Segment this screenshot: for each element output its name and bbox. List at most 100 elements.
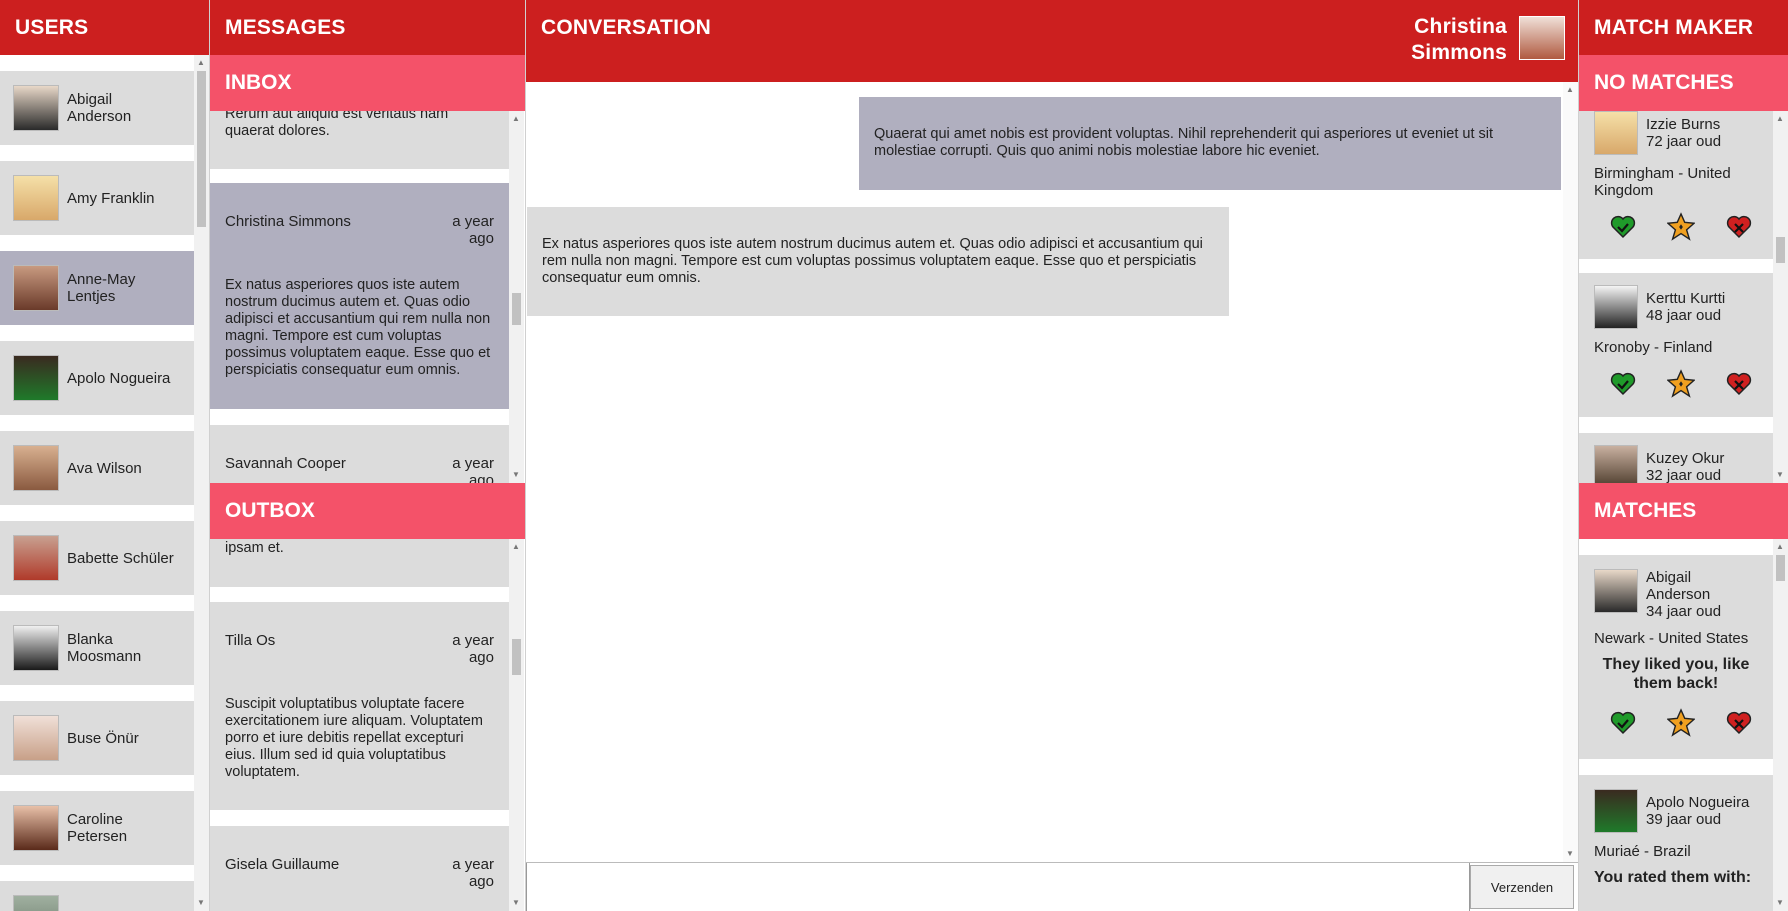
favorite-star-icon[interactable]	[1667, 708, 1695, 737]
outbox-message-fragment[interactable]: ipsam et.	[210, 539, 509, 587]
user-name: Buse Önür	[67, 729, 139, 747]
match-age: 72 jaar oud	[1646, 133, 1722, 150]
message-time: a year ago	[452, 455, 494, 483]
dislike-heart-icon[interactable]	[1725, 213, 1753, 241]
users-column: USERS Abigail Anderson Amy Franklin Anne…	[0, 0, 210, 911]
like-heart-icon[interactable]	[1609, 213, 1637, 241]
inbox-message-fragment[interactable]: Rerum aut aliquid est veritatis nam quae…	[210, 111, 509, 169]
avatar	[1594, 569, 1638, 613]
avatar	[13, 355, 59, 401]
matches-list: Abigail Anderson 34 jaar oud Newark - Un…	[1579, 539, 1788, 911]
user-item[interactable]	[0, 881, 194, 911]
outbox-message-card[interactable]: Gisela Guillaume a year ago	[210, 826, 509, 911]
avatar	[1594, 445, 1638, 483]
scroll-thumb[interactable]	[1776, 555, 1785, 581]
inbox-scrollbar[interactable]: ▲ ▼	[509, 111, 524, 483]
matches-header: MATCHES	[1579, 483, 1788, 539]
message-sender: Christina Simmons	[225, 213, 351, 230]
message-input[interactable]	[526, 863, 1470, 911]
scroll-down-icon[interactable]: ▼	[1776, 899, 1784, 907]
scroll-thumb[interactable]	[512, 293, 521, 325]
user-item[interactable]: Anne-May Lentjes	[0, 251, 194, 325]
contact-last-name: Simmons	[1411, 41, 1507, 64]
scroll-down-icon[interactable]: ▼	[1566, 850, 1574, 858]
matchmaker-header: MATCH MAKER	[1579, 0, 1788, 55]
avatar	[13, 445, 59, 491]
user-item[interactable]: Apolo Nogueira	[0, 341, 194, 415]
scroll-down-icon[interactable]: ▼	[197, 899, 205, 907]
like-heart-icon[interactable]	[1609, 370, 1637, 398]
match-card: Kuzey Okur 32 jaar oud	[1579, 433, 1773, 483]
user-item[interactable]: Babette Schüler	[0, 521, 194, 595]
avatar	[13, 85, 59, 131]
conversation-column: CONVERSATION Christina Simmons Quaerat q…	[526, 0, 1578, 911]
user-item[interactable]: Caroline Petersen	[0, 791, 194, 865]
scroll-up-icon[interactable]: ▲	[512, 543, 520, 551]
favorite-star-icon[interactable]	[1667, 212, 1695, 241]
users-header: USERS	[0, 0, 209, 55]
like-heart-icon[interactable]	[1609, 709, 1637, 737]
messages-column: MESSAGES INBOX Rerum aut aliquid est ver…	[210, 0, 526, 911]
no-matches-list: Izzie Burns 72 jaar oud Birmingham - Uni…	[1579, 111, 1788, 483]
scroll-down-icon[interactable]: ▼	[512, 471, 520, 479]
match-name: Izzie Burns	[1646, 116, 1721, 133]
scroll-down-icon[interactable]: ▼	[512, 899, 520, 907]
conversation-scrollbar[interactable]: ▲ ▼	[1563, 82, 1578, 862]
outbox-header: OUTBOX	[210, 483, 525, 539]
send-button[interactable]: Verzenden	[1470, 865, 1574, 909]
user-item[interactable]: Buse Önür	[0, 701, 194, 775]
match-card: Izzie Burns 72 jaar oud Birmingham - Uni…	[1579, 111, 1773, 259]
outbox-message-card[interactable]: Tilla Os a year ago Suscipit voluptatibu…	[210, 602, 509, 810]
user-item[interactable]: Ava Wilson	[0, 431, 194, 505]
user-item[interactable]: Amy Franklin	[0, 161, 194, 235]
match-card: Kerttu Kurtti 48 jaar oud Kronoby - Finl…	[1579, 273, 1773, 417]
match-name: Abigail Anderson	[1646, 569, 1711, 603]
avatar	[1594, 111, 1638, 155]
scroll-up-icon[interactable]: ▲	[1776, 115, 1784, 123]
no-matches-header: NO MATCHES	[1579, 55, 1788, 111]
outbox-list: ipsam et. Tilla Os a year ago Suscipit v…	[210, 539, 525, 911]
match-age: 34 jaar oud	[1646, 603, 1722, 620]
outbox-scrollbar[interactable]: ▲ ▼	[509, 539, 524, 911]
user-item[interactable]: Blanka Moosmann	[0, 611, 194, 685]
avatar	[1594, 285, 1638, 329]
match-location: Birmingham - United Kingdom	[1594, 165, 1731, 199]
favorite-star-icon[interactable]	[1667, 369, 1695, 398]
match-name: Kuzey Okur	[1646, 450, 1725, 467]
match-name: Kerttu Kurtti	[1646, 290, 1726, 307]
message-bubble-incoming: Ex natus asperiores quos iste autem nost…	[527, 207, 1229, 316]
avatar	[13, 265, 59, 311]
inbox-header: INBOX	[210, 55, 525, 111]
avatar	[13, 625, 59, 671]
message-body: Ex natus asperiores quos iste autem nost…	[225, 277, 491, 378]
inbox-message-card[interactable]: Savannah Cooper a year ago	[210, 425, 509, 483]
scroll-up-icon[interactable]: ▲	[512, 115, 520, 123]
avatar	[13, 535, 59, 581]
dislike-heart-icon[interactable]	[1725, 709, 1753, 737]
match-card: Abigail Anderson 34 jaar oud Newark - Un…	[1579, 555, 1773, 759]
scroll-thumb[interactable]	[1776, 237, 1785, 263]
users-scrollbar[interactable]: ▲ ▼	[194, 55, 209, 911]
scroll-up-icon[interactable]: ▲	[1566, 86, 1574, 94]
matches-scrollbar[interactable]: ▲ ▼	[1773, 539, 1788, 911]
inbox-message-card[interactable]: Christina Simmons a year ago Ex natus as…	[210, 183, 509, 409]
message-bubble-outgoing: Quaerat qui amet nobis est provident vol…	[859, 97, 1561, 190]
user-name: Abigail Anderson	[67, 91, 132, 125]
no-matches-scrollbar[interactable]: ▲ ▼	[1773, 111, 1788, 483]
scroll-up-icon[interactable]: ▲	[197, 59, 205, 67]
user-item[interactable]: Abigail Anderson	[0, 71, 194, 145]
dislike-heart-icon[interactable]	[1725, 370, 1753, 398]
match-location: Newark - United States	[1594, 630, 1749, 647]
message-sender: Tilla Os	[225, 632, 276, 649]
match-age: 32 jaar oud	[1646, 467, 1722, 483]
scroll-thumb[interactable]	[512, 639, 521, 675]
message-sender: Savannah Cooper	[225, 455, 346, 472]
avatar	[13, 895, 59, 911]
conversation-title: CONVERSATION	[541, 16, 712, 39]
match-location: Kronoby - Finland	[1594, 339, 1713, 356]
scroll-thumb[interactable]	[197, 71, 206, 227]
scroll-down-icon[interactable]: ▼	[1776, 471, 1784, 479]
contact-name: Christina Simmons	[1411, 14, 1507, 66]
scroll-up-icon[interactable]: ▲	[1776, 543, 1784, 551]
match-status: They liked you, like them back!	[1602, 656, 1750, 692]
